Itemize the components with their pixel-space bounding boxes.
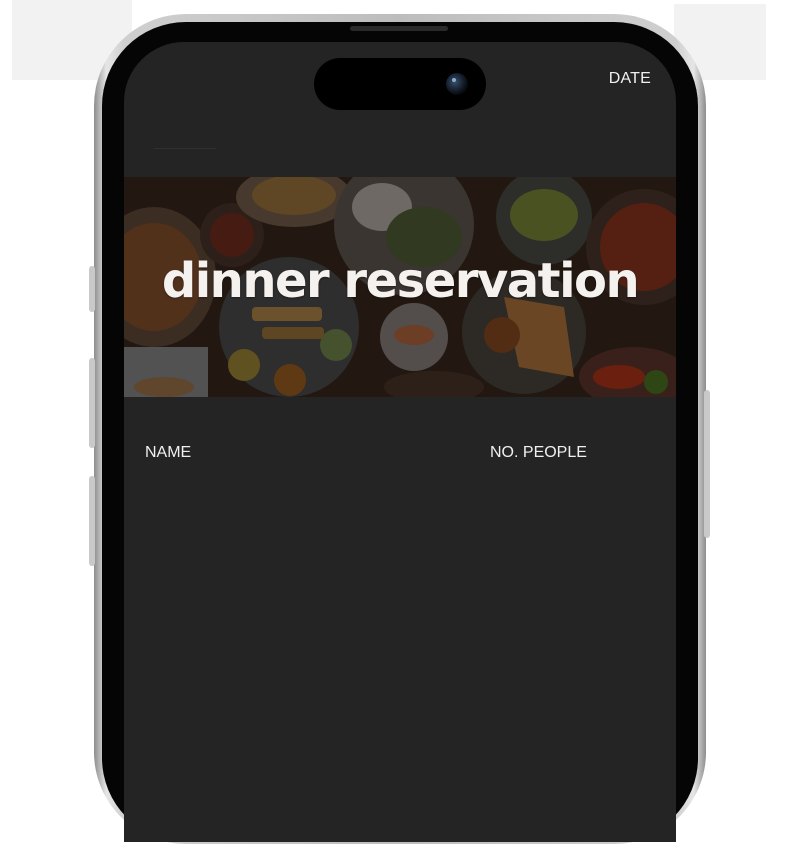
divider: [154, 148, 216, 149]
dynamic-island: [314, 58, 486, 110]
action-button: [89, 266, 95, 312]
camera-icon: [446, 73, 468, 95]
name-field-label[interactable]: NAME: [145, 444, 191, 462]
hero-banner: dinner reservation: [124, 177, 676, 397]
date-label[interactable]: DATE: [609, 70, 651, 88]
earpiece-speaker: [350, 26, 448, 31]
volume-down-button: [89, 476, 95, 566]
hero-title: dinner reservation: [161, 253, 640, 309]
power-button: [704, 390, 710, 538]
volume-up-button: [89, 358, 95, 448]
app-screen: DATE dinner reservation NAME NO. PEOPLE: [124, 42, 676, 842]
people-count-field-label[interactable]: NO. PEOPLE: [490, 444, 587, 462]
